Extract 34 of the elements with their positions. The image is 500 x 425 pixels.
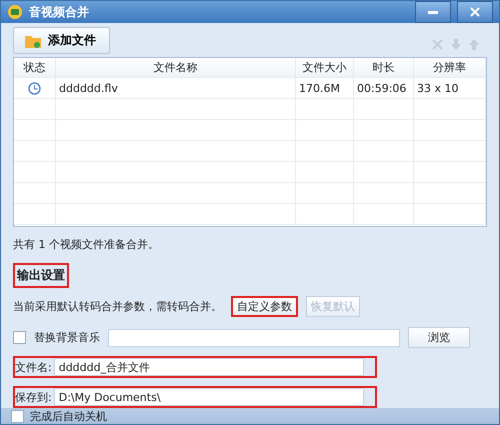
music-label: 替换背景音乐	[34, 330, 100, 345]
minimize-icon	[428, 10, 438, 14]
music-checkbox[interactable]	[13, 331, 26, 344]
browse-button[interactable]: 浏览	[408, 327, 470, 348]
column-header[interactable]: 分辨率	[433, 60, 466, 75]
column-header[interactable]: 状态	[24, 60, 46, 75]
column-header[interactable]: 文件名称	[154, 60, 198, 75]
field-label: 文件名:	[15, 360, 52, 374]
move-up-icon[interactable]	[469, 39, 479, 50]
summary-text: 共有 1 个视频文件准备合并。	[13, 238, 159, 251]
move-down-icon[interactable]	[451, 39, 461, 50]
app-logo-icon	[7, 4, 23, 20]
delete-icon[interactable]	[432, 39, 443, 50]
shutdown-checkbox[interactable]	[11, 410, 24, 422]
minimize-button[interactable]	[415, 1, 451, 23]
close-button[interactable]	[457, 1, 493, 23]
custom-params-button[interactable]: 自定义参数	[231, 296, 298, 317]
path-field[interactable]: dddddd_合并文件	[54, 358, 364, 376]
transcode-note: 当前采用默认转码合并参数，需转码合并。	[13, 299, 223, 314]
window-title: 音视频合并	[29, 4, 90, 20]
field-label: 保存到:	[15, 390, 52, 404]
column-header[interactable]: 文件大小	[302, 60, 346, 75]
table-cell: 00:59:06	[357, 82, 406, 94]
close-icon	[470, 7, 480, 17]
shutdown-label: 完成后自动关机	[30, 408, 107, 424]
music-path-field[interactable]	[108, 328, 400, 346]
path-field[interactable]: D:\My Documents\	[54, 388, 364, 406]
table-cell: 33 x 10	[417, 82, 458, 94]
clock-icon	[28, 82, 41, 94]
add-file-button[interactable]: 添加文件	[13, 27, 110, 54]
column-header[interactable]: 时长	[372, 60, 394, 75]
table-cell: dddddd.flv	[59, 82, 118, 94]
table-cell: 170.6M	[299, 82, 340, 94]
section-heading: 输出设置	[13, 263, 69, 288]
